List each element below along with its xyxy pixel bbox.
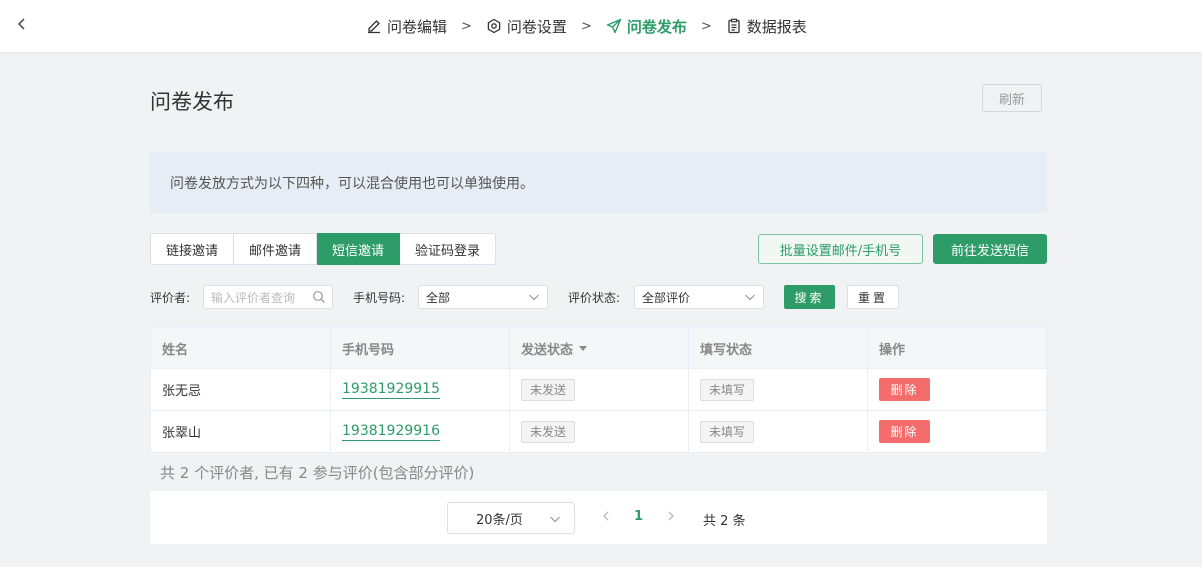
column-header-send-status[interactable]: 发送状态: [510, 328, 689, 368]
tab-code-login[interactable]: 验证码登录: [400, 233, 497, 265]
delete-button[interactable]: 删除: [879, 378, 930, 401]
status-filter-value: 全部评价: [642, 290, 691, 305]
page-size-select[interactable]: 20条/页: [447, 502, 575, 534]
evaluator-search-input[interactable]: 输入评价者查询: [203, 285, 333, 309]
chevron-down-icon: [745, 294, 755, 301]
cell-name: 张翠山: [151, 411, 331, 452]
send-status-badge: 未发送: [521, 378, 576, 401]
step-report-label: 数据报表: [746, 17, 807, 36]
status-filter-label: 评价状态:: [568, 291, 621, 305]
evaluator-table: 姓名 手机号码 发送状态 填写状态 操作 张无忌 19381929915 未发送…: [150, 327, 1047, 453]
step-edit-label: 问卷编辑: [387, 17, 448, 36]
tab-sms-invite[interactable]: 短信邀请: [317, 233, 401, 265]
phone-filter-value: 全部: [426, 290, 451, 305]
fill-status-badge: 未填写: [700, 378, 755, 401]
step-settings-label: 问卷设置: [506, 17, 567, 36]
fill-status-badge: 未填写: [700, 420, 755, 443]
send-status-badge: 未发送: [521, 420, 576, 443]
chevron-left-icon: [17, 18, 25, 30]
page-size-value: 20条/页: [476, 512, 523, 528]
cell-phone: 19381929916: [331, 411, 510, 452]
page-title: 问卷发布: [150, 90, 234, 114]
step-edit[interactable]: 问卷编辑: [366, 16, 447, 37]
phone-link[interactable]: 19381929916: [342, 423, 440, 441]
table-row: 张翠山 19381929916 未发送 未填写 删除: [151, 410, 1046, 452]
prev-page-button[interactable]: [601, 509, 611, 523]
settings-icon: [487, 18, 501, 34]
cell-action: 删除: [868, 369, 1046, 410]
table-header: 姓名 手机号码 发送状态 填写状态 操作: [151, 328, 1046, 368]
reset-button[interactable]: 重置: [847, 285, 899, 309]
invite-method-tabs: 链接邀请 邮件邀请 短信邀请 验证码登录: [150, 233, 497, 265]
go-send-sms-button[interactable]: 前往发送短信: [933, 234, 1047, 264]
notice-text: 问卷发放方式为以下四种，可以混合使用也可以单独使用。: [170, 175, 534, 192]
tab-link-invite[interactable]: 链接邀请: [150, 233, 235, 265]
cell-send-status: 未发送: [510, 411, 689, 452]
chevron-down-icon: [529, 294, 539, 301]
phone-filter-label: 手机号码:: [353, 291, 406, 305]
batch-set-contact-button[interactable]: 批量设置邮件/手机号: [758, 234, 923, 264]
status-filter-select[interactable]: 全部评价: [634, 285, 764, 309]
tab-email-invite[interactable]: 邮件邀请: [234, 233, 318, 265]
search-icon[interactable]: [312, 290, 326, 304]
step-separator: >: [461, 18, 472, 34]
top-nav-bar: 问卷编辑 > 问卷设置 > 问卷发布 > 数据报表: [0, 0, 1202, 52]
evaluator-search-placeholder: 输入评价者查询: [211, 290, 296, 305]
step-report[interactable]: 数据报表: [726, 16, 807, 37]
cell-fill-status: 未填写: [689, 411, 868, 452]
cell-phone: 19381929915: [331, 369, 510, 410]
clipboard-icon: [728, 18, 740, 34]
refresh-button[interactable]: 刷新: [982, 84, 1042, 112]
column-header-action: 操作: [879, 342, 906, 358]
page-number-current[interactable]: 1: [634, 509, 643, 524]
next-page-button[interactable]: [666, 509, 676, 523]
evaluator-summary: 共 2 个评价者, 已有 2 参与评价(包含部分评价): [160, 464, 475, 482]
table-row: 张无忌 19381929915 未发送 未填写 删除: [151, 368, 1046, 410]
column-header-name: 姓名: [151, 328, 331, 368]
step-publish-label: 问卷发布: [626, 17, 687, 36]
pagination: 20条/页 1 共 2 条: [150, 491, 1047, 544]
pagination-total: 共 2 条: [703, 514, 746, 529]
back-button[interactable]: [14, 14, 30, 34]
evaluator-filter-label: 评价者:: [150, 291, 191, 305]
search-button[interactable]: 搜索: [784, 285, 835, 309]
step-publish[interactable]: 问卷发布: [606, 16, 687, 37]
info-notice: 问卷发放方式为以下四种，可以混合使用也可以单独使用。: [150, 152, 1047, 213]
step-separator: >: [580, 18, 592, 34]
cell-action: 删除: [868, 411, 1046, 452]
phone-link[interactable]: 19381929915: [342, 381, 440, 399]
phone-filter-select[interactable]: 全部: [418, 285, 548, 309]
delete-button[interactable]: 删除: [879, 420, 930, 443]
chevron-down-icon: [550, 516, 560, 523]
column-header-fill-status: 填写状态: [689, 328, 868, 368]
column-header-phone: 手机号码: [331, 328, 510, 368]
column-header-send-status-label: 发送状态: [521, 342, 574, 358]
cell-send-status: 未发送: [510, 369, 689, 410]
step-settings[interactable]: 问卷设置: [486, 16, 567, 37]
step-separator: >: [700, 18, 712, 34]
edit-icon: [368, 20, 380, 34]
cell-fill-status: 未填写: [689, 369, 868, 410]
cell-name: 张无忌: [151, 369, 331, 410]
filter-caret-icon[interactable]: [579, 345, 588, 351]
send-icon: [606, 18, 622, 34]
step-nav: 问卷编辑 > 问卷设置 > 问卷发布 > 数据报表: [366, 0, 807, 52]
